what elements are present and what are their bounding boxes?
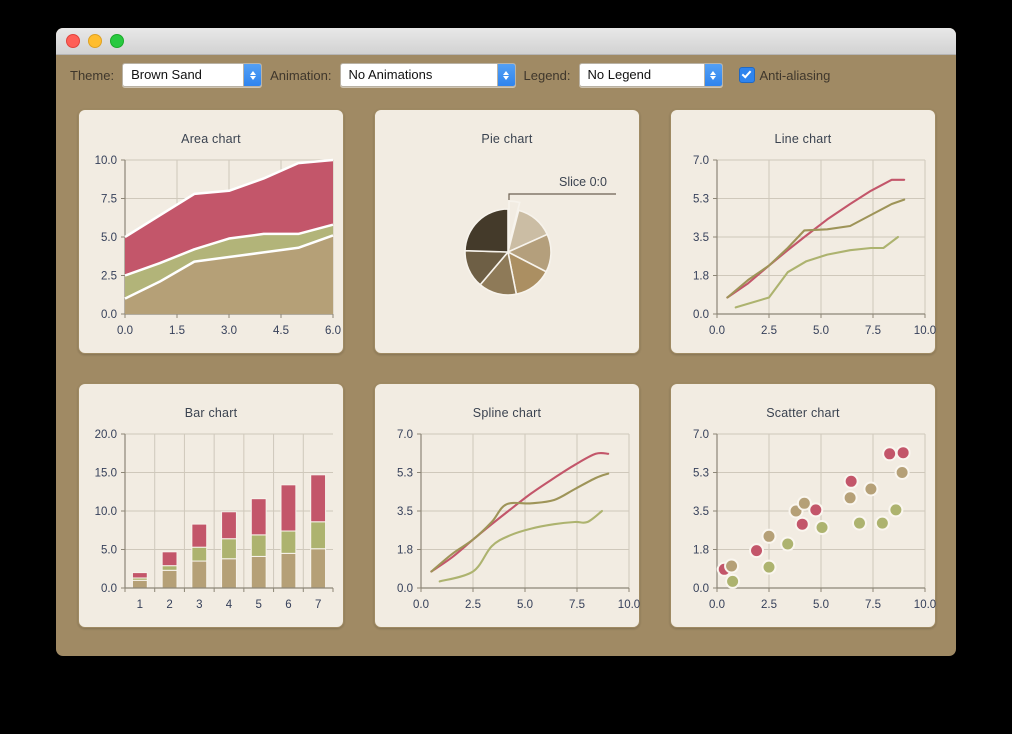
svg-text:3.0: 3.0 [221,325,237,337]
animation-stepper-icon[interactable] [496,64,515,86]
svg-text:15.0: 15.0 [95,468,117,480]
chart-card-area[interactable]: Area chart 0.0 2.5 5.0 7.5 10.0 0.0 1.5 3.0 4.5 6… [78,109,344,354]
svg-text:5.0: 5.0 [101,545,117,557]
svg-text:5.0: 5.0 [813,599,829,611]
chart-title-bar: Bar chart [184,406,238,420]
svg-text:1.8: 1.8 [693,271,709,283]
svg-text:1: 1 [137,599,143,611]
line-chart-plot: 0.0 1.8 3.5 5.3 7.0 0.0 2.5 5.0 7.5 10.0 [693,155,936,337]
svg-text:7.0: 7.0 [397,429,413,441]
pie-slice-annotation: Slice 0:0 [559,175,607,189]
svg-text:3: 3 [196,599,202,611]
close-button[interactable] [66,34,80,48]
svg-text:4: 4 [226,599,233,611]
chart-title-area: Area chart [181,132,241,146]
svg-text:7: 7 [315,599,321,611]
spline-chart-plot: 0.0 1.8 3.5 5.3 7.0 0.0 2.5 5.0 7.5 10.0 [397,429,640,611]
svg-text:10.0: 10.0 [914,599,936,611]
svg-text:0.0: 0.0 [709,325,725,337]
svg-text:0.0: 0.0 [693,583,709,595]
svg-text:5.0: 5.0 [813,325,829,337]
legend-select[interactable]: No Legend [578,63,723,87]
animation-select[interactable]: No Animations [339,63,516,87]
svg-text:5.0: 5.0 [101,232,117,244]
theme-stepper-icon[interactable] [243,64,262,86]
title-bar [56,28,956,55]
svg-text:5.3: 5.3 [693,468,709,480]
svg-text:0.0: 0.0 [117,325,133,337]
svg-text:5.3: 5.3 [693,194,709,206]
theme-label: Theme: [70,67,115,83]
chart-title-scatter: Scatter chart [766,406,840,420]
legend-select-value: No Legend [587,67,652,82]
svg-text:2.5: 2.5 [761,325,777,337]
svg-text:2: 2 [166,599,172,611]
theme-select-value: Brown Sand [131,67,202,82]
svg-text:5.0: 5.0 [517,599,533,611]
svg-text:7.0: 7.0 [693,429,709,441]
chart-title-pie: Pie chart [481,132,533,146]
svg-text:3.5: 3.5 [693,232,709,244]
svg-text:7.5: 7.5 [865,599,881,611]
animation-label: Animation: [270,67,332,83]
minimize-button[interactable] [88,34,102,48]
svg-text:7.0: 7.0 [693,155,709,167]
svg-text:10.0: 10.0 [618,599,640,611]
svg-text:1.5: 1.5 [169,325,185,337]
maximize-button[interactable] [110,34,124,48]
chart-card-pie[interactable]: Pie chart Slice 0:0 [374,109,640,354]
svg-text:6: 6 [285,599,291,611]
pie-chart-plot: Slice 0:0 [464,175,616,296]
chart-card-bar[interactable]: Bar chart 0.0 5.0 10.0 15.0 20.0 1 2 3 4 5 6 7 [78,383,344,628]
svg-text:6.0: 6.0 [325,325,341,337]
svg-text:0.0: 0.0 [693,309,709,321]
svg-text:10.0: 10.0 [95,506,117,518]
svg-text:10.0: 10.0 [914,325,936,337]
svg-text:0.0: 0.0 [101,309,117,321]
svg-text:3.5: 3.5 [693,506,709,518]
animation-select-value: No Animations [348,67,433,82]
svg-text:5.3: 5.3 [397,468,413,480]
svg-text:20.0: 20.0 [95,429,117,441]
svg-text:7.5: 7.5 [101,194,117,206]
svg-text:0.0: 0.0 [709,599,725,611]
app-window: Theme: Brown Sand Animation: No Animatio… [56,28,956,656]
svg-text:2.5: 2.5 [465,599,481,611]
chart-card-scatter[interactable]: Scatter chart 0.0 1.8 3.5 5.3 7.0 0.0 2.5 5.0 7.… [670,383,936,628]
checkmark-icon[interactable] [738,67,755,83]
chart-title-spline: Spline chart [472,406,542,420]
svg-text:1.8: 1.8 [693,545,709,557]
legend-label: Legend: [523,67,571,83]
chart-grid: Area chart 0.0 2.5 5.0 7.5 10.0 0.0 1.5 3.0 4.5 6… [56,95,956,642]
svg-text:0.0: 0.0 [397,583,413,595]
antialiasing-label: Anti-aliasing [759,67,831,83]
bar-chart-plot: 0.0 5.0 10.0 15.0 20.0 1 2 3 4 5 6 7 [95,429,334,611]
scatter-chart-plot: 0.0 1.8 3.5 5.3 7.0 0.0 2.5 5.0 7.5 10.0 [693,429,936,611]
svg-text:7.5: 7.5 [569,599,585,611]
svg-text:4.5: 4.5 [273,325,289,337]
theme-select[interactable]: Brown Sand [122,63,263,87]
svg-text:5: 5 [256,599,262,611]
svg-text:1.8: 1.8 [397,545,413,557]
svg-text:7.5: 7.5 [865,325,881,337]
antialiasing-checkbox[interactable]: Anti-aliasing [738,67,831,83]
svg-text:3.5: 3.5 [397,506,413,518]
legend-stepper-icon[interactable] [703,64,722,86]
svg-text:0.0: 0.0 [101,583,117,595]
toolbar: Theme: Brown Sand Animation: No Animatio… [56,55,956,95]
chart-card-spline[interactable]: Spline chart 0.0 1.8 3.5 5.3 7.0 0.0 2.5 5.0 7.5… [374,383,640,628]
svg-text:10.0: 10.0 [95,155,117,167]
svg-text:2.5: 2.5 [761,599,777,611]
svg-text:0.0: 0.0 [413,599,429,611]
chart-card-line[interactable]: Line chart 0.0 1.8 3.5 5.3 7.0 0.0 2.5 5.0 7.5 10… [670,109,936,354]
area-chart-plot: 0.0 2.5 5.0 7.5 10.0 0.0 1.5 3.0 4.5 6.0 [95,155,341,337]
chart-title-line: Line chart [774,132,832,146]
svg-text:2.5: 2.5 [101,271,117,283]
